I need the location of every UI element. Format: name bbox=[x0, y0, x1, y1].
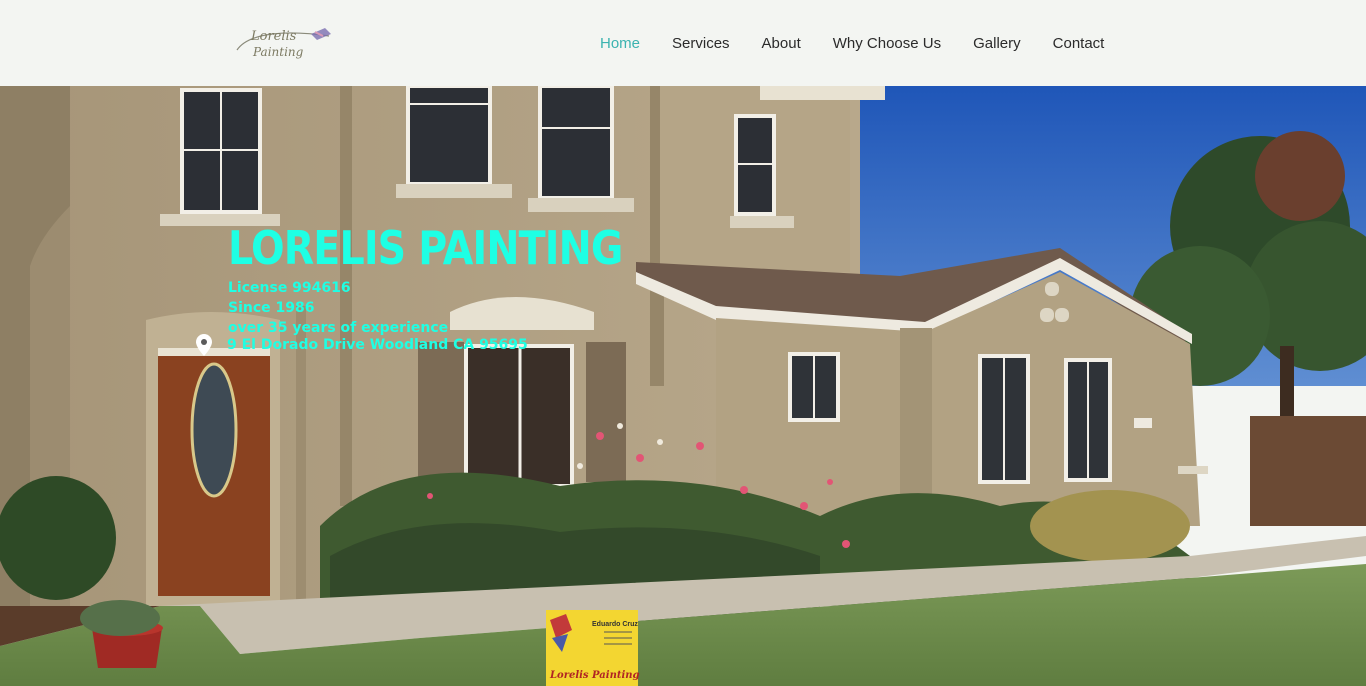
yard-sign-brand: Lorelis Painting bbox=[549, 670, 640, 681]
site-header: Lorelis Painting Home Services About Why… bbox=[0, 0, 1366, 86]
nav-gallery[interactable]: Gallery bbox=[957, 35, 1037, 52]
lorelis-painting-logo[interactable]: Lorelis Painting bbox=[229, 20, 341, 66]
nav-contact[interactable]: Contact bbox=[1037, 35, 1121, 52]
yard-sign: Eduardo Cruz Lorelis Painting bbox=[546, 610, 640, 686]
hero-section: Eduardo Cruz Lorelis Painting bbox=[0, 86, 1366, 686]
address-row: 9 El Dorado Drive Woodland CA 95695 bbox=[196, 334, 528, 356]
yard-sign-name: Eduardo Cruz bbox=[592, 621, 638, 628]
nav-why-choose-us[interactable]: Why Choose Us bbox=[817, 35, 957, 52]
svg-text:Lorelis: Lorelis bbox=[250, 29, 297, 44]
map-pin-icon bbox=[196, 334, 212, 356]
license-number: License 994616 bbox=[228, 280, 351, 296]
house-photo bbox=[0, 86, 1366, 686]
main-nav: Home Services About Why Choose Us Galler… bbox=[584, 0, 1120, 86]
nav-home[interactable]: Home bbox=[584, 35, 656, 52]
hero-text-block: LORELIS PAINTING License 994616 Since 19… bbox=[228, 222, 687, 338]
hero-title: LORELIS PAINTING bbox=[228, 221, 623, 275]
nav-about[interactable]: About bbox=[746, 35, 817, 52]
address-text: 9 El Dorado Drive Woodland CA 95695 bbox=[227, 337, 528, 353]
since-year: Since 1986 bbox=[228, 300, 315, 316]
svg-text:Painting: Painting bbox=[252, 45, 304, 59]
nav-services[interactable]: Services bbox=[656, 35, 746, 52]
